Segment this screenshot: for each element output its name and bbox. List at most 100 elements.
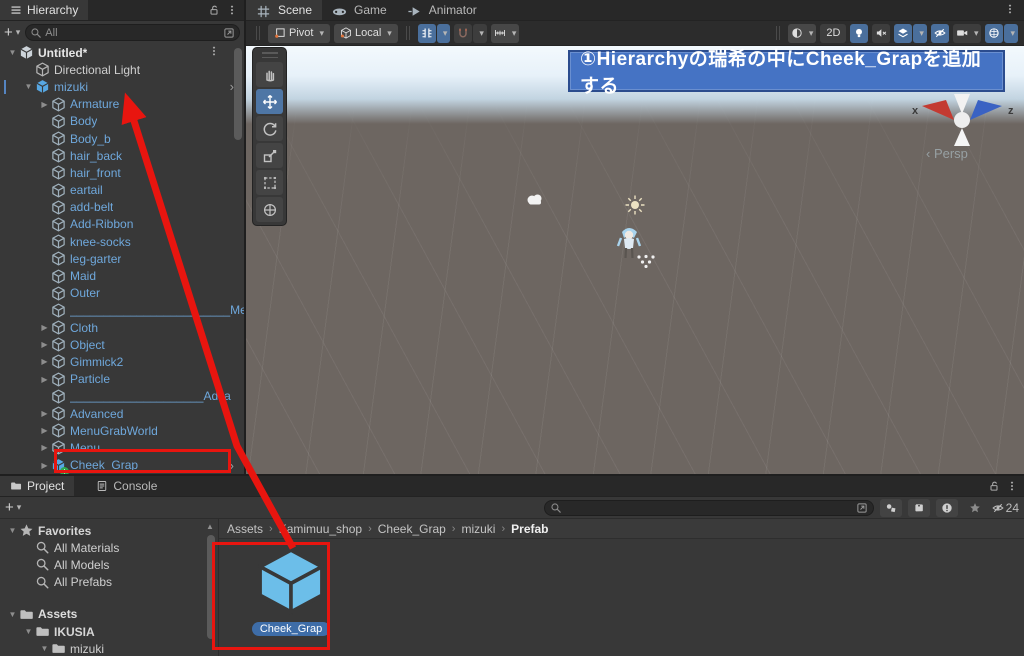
gizmos-dropdown[interactable] [1004, 23, 1018, 43]
project-scrollbar[interactable]: ▲ [204, 519, 218, 656]
expander-icon[interactable]: ▶ [38, 357, 51, 366]
hierarchy-row[interactable]: knee-socks [0, 233, 244, 250]
hierarchy-row[interactable]: leg-garter [0, 250, 244, 267]
local-dropdown[interactable]: Local [334, 23, 398, 43]
favorites-row[interactable]: ▼ Favorites [0, 522, 204, 539]
hierarchy-search-input[interactable] [45, 26, 220, 39]
hierarchy-row[interactable]: ▶ Menu [0, 439, 244, 456]
expander-icon[interactable]: ▶ [38, 461, 51, 470]
expander-icon[interactable]: ▼ [6, 610, 19, 619]
scroll-up-icon[interactable]: ▲ [206, 522, 214, 531]
scene-lighting-toggle[interactable] [850, 23, 869, 43]
expander-icon[interactable]: ▶ [38, 340, 51, 349]
hierarchy-row[interactable]: ________________________Men [0, 302, 244, 319]
favorites-row[interactable]: All Prefabs [0, 574, 204, 591]
directional-light-gizmo-icon[interactable] [624, 194, 646, 221]
hierarchy-row[interactable]: Directional Light [0, 61, 244, 78]
hierarchy-row[interactable]: Outer [0, 285, 244, 302]
rect-tool[interactable] [256, 170, 283, 195]
expander-icon[interactable]: ▼ [38, 644, 51, 653]
breadcrumb-item[interactable]: › Cheek_Grap [362, 522, 446, 536]
project-search-input[interactable] [564, 501, 853, 514]
tab-hierarchy[interactable]: Hierarchy [0, 0, 89, 20]
hierarchy-row[interactable]: Add-Ribbon [0, 216, 244, 233]
expander-icon[interactable]: ▶ [38, 100, 51, 109]
kebab-menu-icon[interactable] [1004, 3, 1016, 15]
asset-grid[interactable]: Cheek_Grap [219, 539, 1024, 656]
camera-settings-dropdown[interactable] [952, 23, 982, 43]
unlock-icon[interactable] [208, 4, 220, 16]
expander-icon[interactable]: ▶ [38, 323, 51, 332]
search-by-label-button[interactable] [907, 498, 930, 517]
strip-drag-handle[interactable] [261, 52, 278, 58]
breadcrumb-item[interactable]: › Prefab [495, 522, 548, 536]
tab-project[interactable]: Project [0, 476, 75, 496]
transform-tool[interactable] [256, 197, 283, 222]
expand-window-icon[interactable] [856, 502, 868, 514]
effects-toggle[interactable] [894, 23, 913, 43]
toolbar-drag-handle[interactable] [256, 26, 260, 40]
gizmos-toggle[interactable] [985, 23, 1004, 43]
orientation-gizmo[interactable]: x z [902, 90, 1022, 150]
hierarchy-row[interactable]: ▶ MenuGrabWorld [0, 422, 244, 439]
camera-gizmo-icon[interactable] [525, 192, 545, 211]
hierarchy-row[interactable]: ▶ Gimmick2 [0, 353, 244, 370]
unlock-icon[interactable] [988, 480, 1000, 492]
scene-audio-toggle[interactable] [872, 23, 891, 43]
perspective-label[interactable]: Persp [926, 146, 968, 161]
hierarchy-row[interactable]: ▶ Advanced [0, 405, 244, 422]
chevron-right-icon[interactable]: › [230, 458, 234, 473]
hierarchy-row[interactable]: Maid [0, 267, 244, 284]
hidden-objects-toggle[interactable] [930, 23, 949, 43]
2d-toggle[interactable]: 2D [820, 23, 847, 43]
scene-view-tab[interactable]: Animator [397, 0, 487, 20]
expander-icon[interactable]: ▶ [38, 375, 51, 384]
tab-console[interactable]: Console [86, 476, 167, 496]
assets-row[interactable]: ▼ Assets [0, 606, 204, 623]
scene-row-kebab-icon[interactable] [208, 44, 220, 62]
effects-dropdown[interactable] [913, 23, 927, 43]
kebab-menu-icon[interactable] [1006, 480, 1018, 492]
project-scrollbar-thumb[interactable] [207, 535, 215, 639]
grid-snap-toggle[interactable] [417, 23, 436, 43]
favorites-row[interactable]: All Materials [0, 539, 204, 556]
scale-tool[interactable] [256, 143, 283, 168]
snap-dropdown[interactable] [473, 23, 487, 43]
hierarchy-row[interactable]: ▶ Particle [0, 371, 244, 388]
breadcrumb-item[interactable]: › mizuki [446, 522, 496, 536]
kebab-menu-icon[interactable] [226, 4, 238, 16]
view-hand-tool[interactable] [256, 62, 283, 87]
hierarchy-row[interactable]: ▶ Armature [0, 96, 244, 113]
search-by-type-button[interactable] [879, 498, 902, 517]
search-importance-button[interactable] [935, 498, 958, 517]
expand-window-icon[interactable] [223, 27, 235, 39]
hierarchy-row[interactable]: hair_front [0, 164, 244, 181]
expander-icon[interactable]: ▼ [6, 48, 19, 57]
increment-snap-dropdown[interactable] [490, 23, 520, 43]
hierarchy-search-box[interactable] [25, 24, 240, 41]
assets-row[interactable]: ▼ mizuki [0, 640, 204, 656]
favorite-search-button[interactable] [964, 499, 986, 517]
scene-view-tab[interactable]: Scene [246, 0, 323, 20]
scene-view-tab[interactable]: Game [322, 0, 397, 20]
toolbar-drag-handle[interactable] [405, 26, 410, 40]
hierarchy-scrollbar-thumb[interactable] [234, 48, 242, 140]
scene-viewport[interactable]: x z Persp ①Hierarchyの瑞希の中にCheek_Grapを追加す… [246, 46, 1024, 474]
expander-icon[interactable]: ▼ [6, 526, 19, 535]
hierarchy-row[interactable]: Body_b [0, 130, 244, 147]
hierarchy-row[interactable]: add-belt [0, 199, 244, 216]
expander-icon[interactable]: ▼ [22, 627, 35, 636]
breadcrumb-item[interactable]: › Kamimuu_shop [263, 522, 362, 536]
breadcrumb-item[interactable]: Assets [227, 522, 263, 536]
shading-mode-dropdown[interactable] [787, 23, 817, 43]
rotate-tool[interactable] [256, 116, 283, 141]
hierarchy-row[interactable]: Body [0, 113, 244, 130]
hierarchy-row[interactable]: hair_back [0, 147, 244, 164]
particle-gizmo-icon[interactable] [636, 254, 656, 270]
hierarchy-row[interactable]: ____________________Adva [0, 388, 244, 405]
create-asset-button[interactable]: + [5, 500, 21, 515]
expander-icon[interactable]: ▶ [38, 443, 51, 452]
grid-snap-dropdown[interactable] [436, 23, 451, 43]
hierarchy-row[interactable]: ▼ mizuki › [0, 78, 244, 95]
add-object-button[interactable]: + [4, 25, 20, 40]
